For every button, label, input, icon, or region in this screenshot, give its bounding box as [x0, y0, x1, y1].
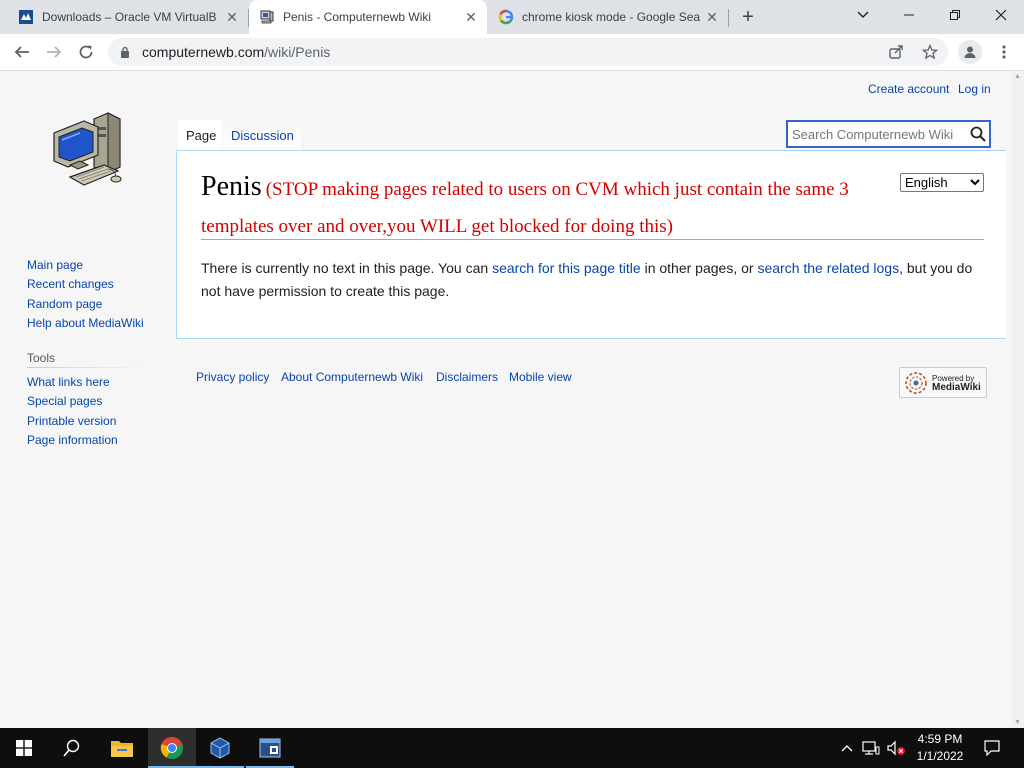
- browser-tab-strip: Downloads – Oracle VM VirtualB ✕ Penis -…: [0, 0, 1024, 34]
- log-in-link[interactable]: Log in: [958, 82, 991, 96]
- tab-search-chevron-icon[interactable]: [840, 0, 886, 30]
- windows-logo-icon: [16, 740, 32, 756]
- close-window-button[interactable]: [978, 0, 1024, 30]
- clock-date: 1/1/2022: [916, 749, 964, 763]
- start-button[interactable]: [0, 728, 48, 768]
- sidebar-item-special-pages[interactable]: Special pages: [27, 394, 102, 408]
- tab-title: Downloads – Oracle VM VirtualB: [42, 10, 217, 24]
- tab-title: Penis - Computernewb Wiki: [283, 10, 432, 24]
- search-input[interactable]: [792, 124, 967, 144]
- language-select[interactable]: English: [900, 173, 984, 192]
- notification-center-icon[interactable]: [978, 728, 1006, 768]
- sidebar-item-main-page[interactable]: Main page: [27, 258, 83, 272]
- computernewb-logo[interactable]: [48, 107, 128, 197]
- sidebar-item-page-information[interactable]: Page information: [27, 433, 118, 447]
- sidebar-item-help[interactable]: Help about MediaWiki: [27, 316, 144, 330]
- mediawiki-flower-icon: [905, 371, 927, 394]
- tab-penis-wiki[interactable]: Penis - Computernewb Wiki ✕: [249, 0, 487, 34]
- back-arrow-icon: [14, 46, 29, 58]
- close-icon[interactable]: ✕: [704, 9, 720, 25]
- tray-overflow-chevron-icon[interactable]: [838, 728, 856, 768]
- restore-button[interactable]: [932, 0, 978, 30]
- reload-button[interactable]: [72, 38, 100, 66]
- divider: [27, 367, 145, 368]
- scroll-down-arrow-icon[interactable]: ▼: [1014, 719, 1021, 726]
- virtualbox-taskbar-button[interactable]: [196, 728, 244, 768]
- sidebar-item-random-page[interactable]: Random page: [27, 297, 102, 311]
- bookmark-star-icon[interactable]: [916, 38, 944, 66]
- content-area: English Penis (STOP making pages related…: [176, 150, 1006, 339]
- search-icon[interactable]: [967, 123, 989, 145]
- network-icon[interactable]: [860, 728, 882, 768]
- volume-muted-icon[interactable]: [884, 728, 908, 768]
- search-related-logs-link[interactable]: search the related logs: [757, 260, 899, 276]
- url-text: computernewb.com/wiki/Penis: [142, 44, 331, 60]
- sidebar-item-recent-changes[interactable]: Recent changes: [27, 277, 114, 291]
- sidebar-item-what-links-here[interactable]: What links here: [27, 375, 110, 389]
- create-account-link[interactable]: Create account: [868, 82, 949, 96]
- profile-avatar-icon[interactable]: [958, 40, 982, 64]
- powered-by-text: Powered by MediaWiki: [932, 373, 981, 393]
- lock-icon[interactable]: [120, 46, 136, 58]
- google-favicon: [498, 9, 514, 25]
- reload-icon: [79, 45, 93, 59]
- scroll-up-arrow-icon[interactable]: ▲: [1014, 73, 1021, 80]
- footer-privacy-policy-link[interactable]: Privacy policy: [196, 370, 269, 384]
- tab-discussion-label: Discussion: [231, 128, 294, 143]
- close-icon[interactable]: ✕: [224, 9, 240, 25]
- windows-taskbar: 4:59 PM 1/1/2022: [0, 728, 1024, 768]
- sidebar-heading-tools[interactable]: Tools: [27, 351, 55, 365]
- powered-by-mediawiki-badge[interactable]: Powered by MediaWiki: [899, 367, 987, 398]
- file-explorer-button[interactable]: [98, 728, 146, 768]
- search-box: [786, 120, 991, 148]
- page-title-warning: (STOP making pages related to users on C…: [201, 179, 849, 237]
- page-title-text: Penis: [201, 171, 262, 202]
- divider: [201, 239, 984, 240]
- new-tab-button[interactable]: +: [736, 5, 760, 29]
- virtualbox-cube-icon: [210, 737, 230, 759]
- tab-page-label: Page: [186, 128, 217, 143]
- minimize-button[interactable]: [886, 0, 932, 30]
- taskbar-search-button[interactable]: [48, 728, 96, 768]
- vertical-scrollbar[interactable]: ▲ ▼: [1012, 71, 1024, 728]
- chrome-icon: [160, 736, 183, 759]
- tab-page[interactable]: Page: [178, 120, 222, 151]
- chrome-taskbar-button[interactable]: [148, 728, 196, 768]
- virtualbox-favicon: [19, 10, 33, 24]
- app-window-icon: [259, 738, 281, 758]
- clock-time: 4:59 PM: [917, 732, 963, 746]
- footer-disclaimers-link[interactable]: Disclaimers: [436, 370, 498, 384]
- forward-button[interactable]: [40, 38, 68, 66]
- back-button[interactable]: [8, 38, 36, 66]
- tab-title: chrome kiosk mode - Google Sea: [522, 10, 701, 24]
- tab-discussion[interactable]: Discussion: [223, 120, 301, 151]
- browser-menu-icon[interactable]: [994, 40, 1014, 64]
- close-icon[interactable]: ✕: [463, 9, 479, 25]
- sidebar-item-printable-version[interactable]: Printable version: [27, 414, 116, 428]
- forward-arrow-icon: [47, 46, 62, 58]
- page-title: Penis (STOP making pages related to user…: [201, 169, 901, 246]
- tab-separator: [728, 9, 729, 27]
- search-page-title-link[interactable]: search for this page title: [492, 260, 641, 276]
- wiki-page: Create account Log in Main page Recent c…: [0, 71, 1012, 728]
- tab-downloads[interactable]: Downloads – Oracle VM VirtualB ✕: [8, 0, 248, 34]
- computernewb-favicon: [260, 10, 274, 24]
- search-icon: [63, 739, 80, 757]
- footer-mobile-view-link[interactable]: Mobile view: [509, 370, 572, 384]
- cvm-app-taskbar-button[interactable]: [246, 728, 294, 768]
- footer-about-link[interactable]: About Computernewb Wiki: [281, 370, 423, 384]
- tab-google-search[interactable]: chrome kiosk mode - Google Sea ✕: [488, 0, 728, 34]
- folder-icon: [111, 741, 133, 757]
- browser-toolbar: computernewb.com/wiki/Penis: [0, 34, 1024, 71]
- address-bar[interactable]: computernewb.com/wiki/Penis: [108, 38, 948, 66]
- share-icon[interactable]: [882, 38, 910, 66]
- system-clock[interactable]: 4:59 PM 1/1/2022: [912, 731, 968, 765]
- no-text-notice: There is currently no text in this page.…: [201, 260, 973, 299]
